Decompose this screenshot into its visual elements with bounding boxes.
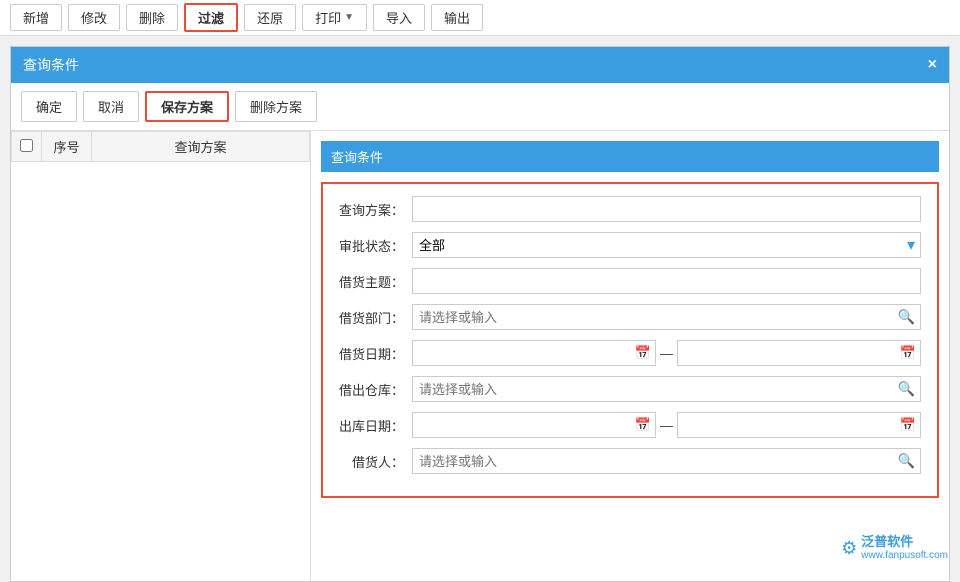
dialog-body: 序号 查询方案 查询条件 查询方案：: [11, 131, 949, 581]
footer-brand: 泛普软件: [861, 534, 948, 550]
label-outbound-date: 出库日期：: [339, 416, 404, 435]
confirm-button[interactable]: 确定: [21, 91, 77, 122]
select-wrapper-status: 全部 待审批 已审批 已拒绝 ▾: [412, 232, 921, 258]
date-separator-1: —: [660, 346, 673, 361]
select-all-checkbox[interactable]: [20, 139, 33, 152]
plans-table: 序号 查询方案: [11, 131, 310, 162]
label-plan-name: 查询方案：: [339, 200, 404, 219]
input-borrower[interactable]: [412, 448, 921, 474]
btn-restore[interactable]: 还原: [244, 4, 296, 31]
btn-export[interactable]: 输出: [431, 4, 483, 31]
label-warehouse: 借出仓库：: [339, 380, 404, 399]
col-plan-name: 查询方案: [92, 132, 310, 162]
input-loan-subject[interactable]: [412, 268, 921, 294]
field-borrower: 借货人： 🔍: [339, 448, 921, 474]
left-panel: 序号 查询方案: [11, 131, 311, 581]
field-loan-subject: 借货主题：: [339, 268, 921, 294]
calendar-icon-outbound-from[interactable]: 📅: [635, 417, 651, 433]
date-separator-2: —: [660, 418, 673, 433]
label-borrower: 借货人：: [339, 452, 404, 471]
date-from-wrapper: 📅: [412, 340, 656, 366]
delete-plan-button[interactable]: 删除方案: [235, 91, 317, 122]
print-dropdown-arrow: ▼: [344, 12, 354, 23]
search-wrapper-warehouse: 🔍: [412, 376, 921, 402]
dialog-header: 查询条件 ×: [11, 47, 949, 83]
date-to-wrapper: 📅: [677, 340, 921, 366]
footer-text: 泛普软件 www.fanpusoft.com: [861, 534, 948, 562]
input-warehouse[interactable]: [412, 376, 921, 402]
calendar-icon-to[interactable]: 📅: [900, 345, 916, 361]
input-loan-date-to[interactable]: [677, 340, 921, 366]
input-loan-dept[interactable]: [412, 304, 921, 330]
footer-logo-icon: ⚙: [841, 538, 857, 559]
search-wrapper-borrower: 🔍: [412, 448, 921, 474]
dialog-title: 查询条件: [23, 55, 79, 75]
input-outbound-date-from[interactable]: [412, 412, 656, 438]
calendar-icon-from[interactable]: 📅: [635, 345, 651, 361]
search-icon-dept[interactable]: 🔍: [898, 309, 915, 326]
cancel-button[interactable]: 取消: [83, 91, 139, 122]
dialog-actions: 确定 取消 保存方案 删除方案: [11, 83, 949, 131]
date-outbound-from-wrapper: 📅: [412, 412, 656, 438]
footer-url: www.fanpusoft.com: [861, 550, 948, 562]
field-loan-date: 借货日期： 📅 — 📅: [339, 340, 921, 366]
col-seq: 序号: [42, 132, 92, 162]
date-outbound-to-wrapper: 📅: [677, 412, 921, 438]
footer-watermark: ⚙ 泛普软件 www.fanpusoft.com: [841, 534, 948, 562]
calendar-icon-outbound-to[interactable]: 📅: [900, 417, 916, 433]
search-wrapper-dept: 🔍: [412, 304, 921, 330]
label-loan-date: 借货日期：: [339, 344, 404, 363]
input-plan-name[interactable]: [412, 196, 921, 222]
field-loan-dept: 借货部门： 🔍: [339, 304, 921, 330]
save-plan-button[interactable]: 保存方案: [145, 91, 229, 122]
right-panel: 查询条件 查询方案： 审批状态： 全部 待审批 已审批: [311, 131, 949, 581]
right-panel-header: 查询条件: [321, 141, 939, 172]
input-loan-date-from[interactable]: [412, 340, 656, 366]
col-checkbox: [12, 132, 42, 162]
label-loan-dept: 借货部门：: [339, 308, 404, 327]
field-outbound-date: 出库日期： 📅 — 📅: [339, 412, 921, 438]
select-approval-status[interactable]: 全部 待审批 已审批 已拒绝: [412, 232, 921, 258]
search-icon-borrower[interactable]: 🔍: [898, 453, 915, 470]
date-range-loan: 📅 — 📅: [412, 340, 921, 366]
btn-delete[interactable]: 删除: [126, 4, 178, 31]
close-button[interactable]: ×: [928, 56, 937, 74]
field-approval-status: 审批状态： 全部 待审批 已审批 已拒绝 ▾: [339, 232, 921, 258]
toolbar: 新增 修改 删除 过滤 还原 打印 ▼ 导入 输出: [0, 0, 960, 36]
btn-add[interactable]: 新增: [10, 4, 62, 31]
conditions-form: 查询方案： 审批状态： 全部 待审批 已审批 已拒绝 ▾: [321, 182, 939, 498]
input-outbound-date-to[interactable]: [677, 412, 921, 438]
btn-print[interactable]: 打印 ▼: [302, 4, 367, 31]
label-approval-status: 审批状态：: [339, 236, 404, 255]
search-icon-warehouse[interactable]: 🔍: [898, 381, 915, 398]
field-plan-name: 查询方案：: [339, 196, 921, 222]
btn-filter[interactable]: 过滤: [184, 3, 238, 32]
btn-edit[interactable]: 修改: [68, 4, 120, 31]
query-dialog: 查询条件 × 确定 取消 保存方案 删除方案 序号 查询方案: [10, 46, 950, 582]
btn-import[interactable]: 导入: [373, 4, 425, 31]
label-loan-subject: 借货主题：: [339, 272, 404, 291]
field-warehouse: 借出仓库： 🔍: [339, 376, 921, 402]
date-range-outbound: 📅 — 📅: [412, 412, 921, 438]
